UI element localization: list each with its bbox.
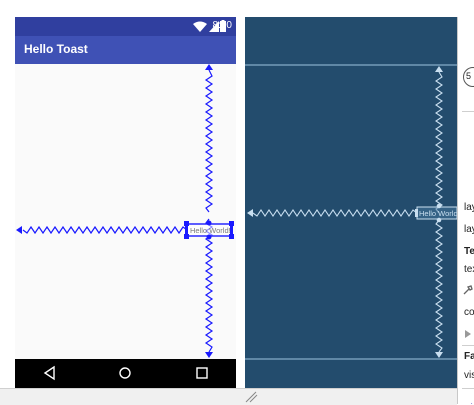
divider — [462, 345, 474, 346]
zoom-dial-label: 5 — [466, 71, 472, 81]
property-label: co — [464, 307, 474, 318]
resize-grip-icon[interactable] — [245, 391, 259, 403]
section-header: Te — [464, 246, 474, 257]
layout-canvas[interactable]: Hello World! — [15, 64, 236, 359]
divider — [462, 388, 474, 389]
blueprint-top-anchor[interactable] — [436, 203, 442, 209]
section-header: Fa — [464, 351, 474, 362]
navigation-bar — [15, 359, 236, 388]
property-label: tex — [464, 264, 474, 275]
blueprint-textview-text[interactable]: Hello World! — [419, 209, 457, 218]
app-bar: Hello Toast — [15, 36, 236, 64]
back-icon[interactable] — [39, 363, 61, 383]
blueprint-left-arrow-icon — [247, 209, 253, 217]
blueprint-bottom-arrow-icon — [435, 352, 443, 358]
resize-handle[interactable] — [229, 221, 234, 226]
top-arrow-icon — [205, 64, 213, 70]
zoom-dial[interactable]: 5 — [463, 67, 474, 87]
property-label: vis — [464, 370, 474, 381]
status-time: 8:00 — [212, 20, 232, 31]
resize-handle[interactable] — [184, 221, 189, 226]
constraint-overlay: Hello World! — [16, 64, 234, 358]
status-bar: 8:00 — [15, 17, 236, 36]
blueprint-bottom-constraint-spring — [435, 219, 443, 353]
blueprint-bottom-anchor[interactable] — [436, 217, 442, 223]
left-anchor-handle[interactable] — [185, 226, 188, 234]
blueprint-overlay: Hello World! — [245, 64, 457, 360]
wrench-icon[interactable] — [463, 285, 473, 295]
bottom-anchor-handle[interactable] — [206, 234, 212, 240]
blueprint-surface[interactable]: Hello World! — [245, 17, 457, 388]
blueprint-left-anchor[interactable] — [415, 209, 418, 217]
blueprint-left-constraint-spring — [252, 209, 418, 217]
top-constraint-spring — [204, 69, 214, 213]
resize-handle[interactable] — [184, 234, 189, 239]
recents-icon[interactable] — [191, 363, 213, 383]
right-anchor-handle[interactable] — [230, 226, 233, 234]
divider — [462, 111, 474, 112]
bottom-arrow-icon — [205, 352, 213, 358]
blueprint-top-arrow-icon — [435, 66, 443, 72]
property-label: lay — [464, 202, 474, 213]
left-constraint-spring — [22, 225, 188, 235]
wifi-icon — [193, 21, 207, 32]
expand-arrow-icon[interactable] — [464, 330, 472, 338]
app-title: Hello Toast — [24, 42, 88, 56]
blueprint-top-constraint-spring — [435, 71, 443, 214]
home-icon[interactable] — [114, 363, 136, 383]
resize-handle[interactable] — [229, 234, 234, 239]
left-arrow-icon — [16, 226, 22, 234]
design-surface[interactable]: 8:00 Hello Toast Hello World! — [15, 17, 236, 388]
editor-bottom-bar — [0, 388, 457, 405]
property-label: lay — [464, 224, 474, 235]
textview-text[interactable]: Hello World! — [190, 226, 231, 235]
top-anchor-handle[interactable] — [206, 220, 212, 226]
attributes-panel: 5 lay lay Te tex co Fa vis Vi — [457, 17, 474, 404]
